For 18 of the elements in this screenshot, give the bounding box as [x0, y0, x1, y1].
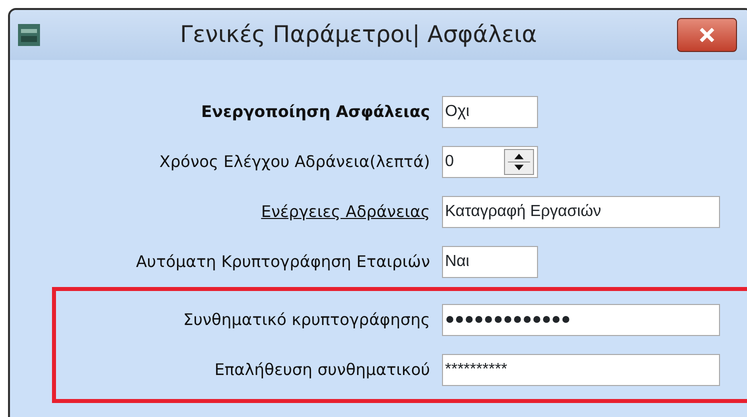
field-value: 0: [445, 152, 454, 172]
field-label: Αυτόματη Κρυπτογράφηση Εταιριών: [134, 251, 431, 273]
input-field[interactable]: Καταγραφή Εργασιών: [442, 196, 720, 228]
field-label-link[interactable]: Ενέργειες Αδράνειας: [10, 200, 442, 224]
field-label: Χρόνος Ελέγχου Αδράνεια(λεπτά): [158, 151, 431, 173]
input-field[interactable]: Οχι: [442, 96, 538, 128]
spin-arrows-icon[interactable]: [504, 149, 534, 175]
field-label: Ενεργοποίηση Ασφάλειας: [200, 101, 431, 123]
field-label: Επαλήθευση συνθηματικού: [214, 359, 431, 381]
window-title: Γενικές Παράμετροι| Ασφάλεια: [179, 20, 538, 50]
input-field[interactable]: **********: [442, 354, 720, 386]
field-label: Συνθηματικό κρυπτογράφησης: [182, 309, 431, 331]
close-button[interactable]: [677, 18, 737, 52]
input-field[interactable]: Ναι: [442, 246, 538, 278]
close-icon: [699, 28, 715, 42]
spin-field[interactable]: 0: [442, 146, 538, 178]
app-icon: [18, 24, 40, 46]
input-field[interactable]: ●●●●●●●●●●●●●: [442, 304, 720, 336]
